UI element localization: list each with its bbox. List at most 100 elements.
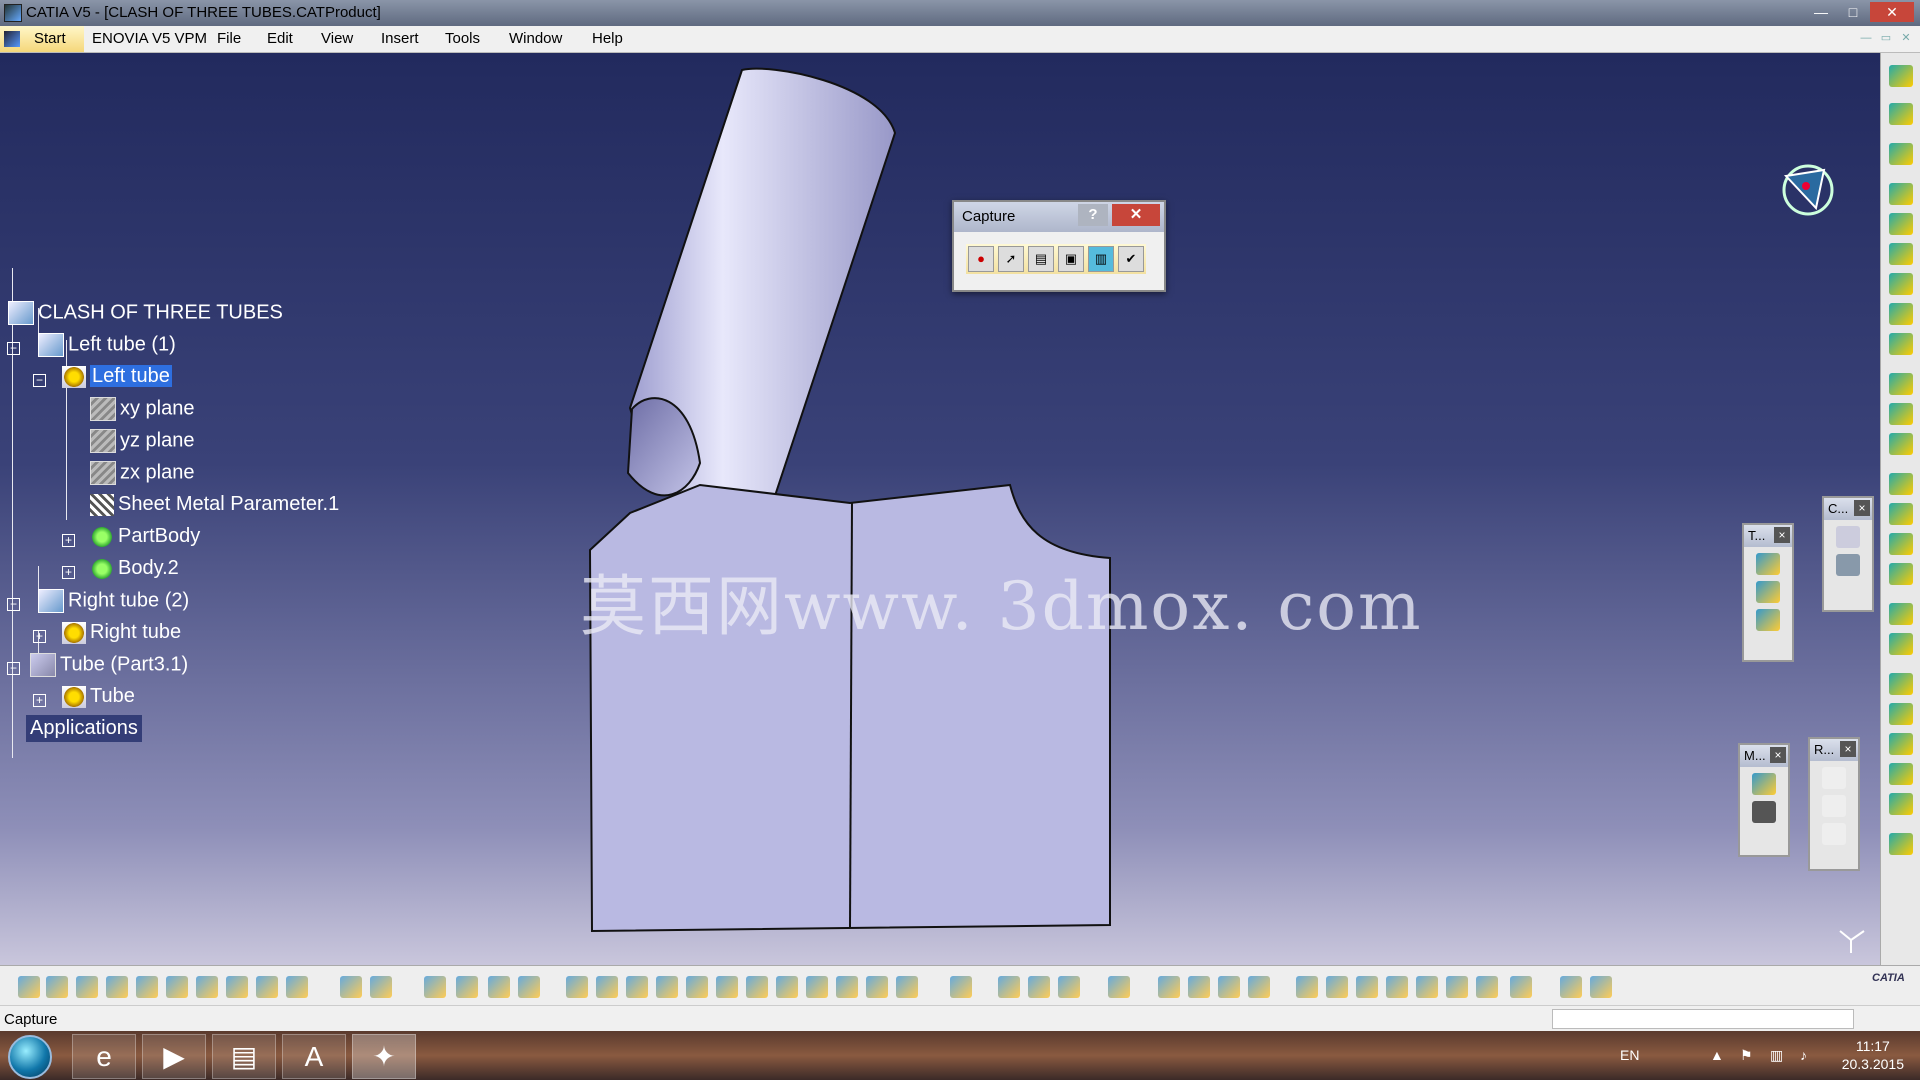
tree-item-yz-plane[interactable]: yz plane — [90, 429, 195, 453]
tool-icon[interactable] — [518, 976, 540, 998]
undo-icon[interactable] — [226, 976, 248, 998]
iso-view-icon[interactable] — [806, 976, 828, 998]
tool-icon[interactable] — [1889, 333, 1913, 355]
tool-icon[interactable] — [1028, 976, 1050, 998]
catia-app-icon[interactable] — [4, 4, 22, 22]
tool-icon[interactable] — [1889, 503, 1913, 525]
doc-minimize-button[interactable]: — — [1858, 30, 1874, 46]
tool-icon[interactable] — [1248, 976, 1270, 998]
tool-icon[interactable] — [1326, 976, 1348, 998]
tool-icon[interactable] — [1590, 976, 1612, 998]
options-icon[interactable]: ▤ — [1028, 246, 1054, 272]
tool-icon[interactable] — [1889, 763, 1913, 785]
capture-close-button[interactable]: ✕ — [1112, 204, 1160, 226]
tool-icon[interactable] — [488, 976, 510, 998]
tool-icon[interactable] — [1296, 976, 1318, 998]
tool-icon[interactable] — [1889, 833, 1913, 855]
system-clock[interactable]: 11:17 20.3.2015 — [1842, 1037, 1904, 1073]
media-player-icon[interactable]: ▶ — [142, 1034, 206, 1079]
tree-item-right-tube-part[interactable]: Right tube — [62, 621, 181, 644]
toolbar-tool-icon[interactable] — [1836, 554, 1860, 576]
tool-icon[interactable] — [456, 976, 478, 998]
tool-icon[interactable] — [1446, 976, 1468, 998]
windows-start-orb[interactable] — [8, 1035, 52, 1079]
tool-icon[interactable] — [1889, 673, 1913, 695]
tool-icon[interactable] — [1889, 793, 1913, 815]
flag-icon[interactable]: ⚑ — [1740, 1047, 1753, 1064]
expand-toggle[interactable]: + — [62, 534, 75, 547]
collapse-toggle[interactable]: − — [7, 662, 20, 675]
tool-icon[interactable] — [1058, 976, 1080, 998]
capture-icon[interactable]: ▣ — [1058, 246, 1084, 272]
tool-icon[interactable] — [1889, 733, 1913, 755]
tool-icon[interactable] — [1188, 976, 1210, 998]
swap-space-icon[interactable] — [896, 976, 918, 998]
collapse-toggle[interactable]: − — [7, 598, 20, 611]
menu-view[interactable]: View — [321, 30, 353, 47]
tool-icon[interactable] — [1889, 303, 1913, 325]
menu-file[interactable]: File — [217, 30, 241, 47]
tool-icon[interactable] — [1889, 403, 1913, 425]
toolbar-tool-icon[interactable] — [1756, 609, 1780, 631]
camera-icon[interactable] — [1108, 976, 1130, 998]
new-icon[interactable] — [18, 976, 40, 998]
menu-insert[interactable]: Insert — [381, 30, 419, 47]
doc-close-button[interactable]: ✕ — [1898, 30, 1914, 46]
tool-icon[interactable] — [1889, 603, 1913, 625]
fit-all-icon[interactable] — [596, 976, 618, 998]
table-icon[interactable] — [424, 976, 446, 998]
tool-icon[interactable] — [1218, 976, 1240, 998]
tool-icon[interactable] — [1889, 533, 1913, 555]
expand-toggle[interactable]: + — [33, 694, 46, 707]
minimize-button[interactable]: — — [1806, 2, 1836, 22]
menu-enovia[interactable]: ENOVIA V5 VPM — [92, 30, 207, 47]
tree-item-partbody[interactable]: PartBody — [90, 525, 200, 548]
volume-icon[interactable]: ♪ — [1800, 1047, 1807, 1063]
collapse-toggle[interactable]: − — [7, 342, 20, 355]
tree-item-left-tube-instance[interactable]: Left tube (1) — [38, 333, 176, 357]
tool-icon[interactable] — [1560, 976, 1582, 998]
tree-item-zx-plane[interactable]: zx plane — [90, 461, 195, 485]
power-input-field[interactable] — [1552, 1009, 1854, 1029]
point-icon[interactable] — [1822, 767, 1846, 789]
menu-window[interactable]: Window — [509, 30, 562, 47]
tool-icon[interactable] — [1889, 273, 1913, 295]
tree-item-sheet-metal-parameter[interactable]: Sheet Metal Parameter.1 — [90, 493, 339, 516]
tree-item-tube-part[interactable]: Tube — [62, 685, 135, 708]
tool-icon[interactable] — [1510, 976, 1532, 998]
3d-viewport[interactable]: 莫西网www. 3dmox. com CLASH OF THREE TUBES … — [0, 53, 1880, 965]
plane-icon[interactable] — [1822, 823, 1846, 845]
save-icon[interactable] — [76, 976, 98, 998]
floating-toolbar-close[interactable]: × — [1774, 527, 1790, 543]
menu-help[interactable]: Help — [592, 30, 623, 47]
redo-icon[interactable] — [256, 976, 278, 998]
tree-item-body2[interactable]: Body.2 — [90, 557, 179, 580]
show-hidden-icons[interactable]: ▲ — [1710, 1047, 1724, 1063]
normal-view-icon[interactable] — [746, 976, 768, 998]
sketch-icon[interactable] — [1889, 143, 1913, 165]
collapse-toggle[interactable]: − — [33, 374, 46, 387]
image-icon[interactable]: ▥ — [1088, 246, 1114, 272]
maximize-button[interactable]: □ — [1838, 2, 1868, 22]
tool-icon[interactable] — [1889, 473, 1913, 495]
tree-item-applications[interactable]: Applications — [26, 715, 142, 742]
axis-icon[interactable] — [1356, 976, 1378, 998]
compass-icon[interactable] — [1776, 158, 1840, 222]
whats-this-icon[interactable] — [286, 976, 308, 998]
copy-icon[interactable] — [166, 976, 188, 998]
select-icon[interactable]: ➚ — [998, 246, 1024, 272]
expand-toggle[interactable]: + — [62, 566, 75, 579]
cut-icon[interactable] — [136, 976, 158, 998]
floating-toolbar-close[interactable]: × — [1770, 747, 1786, 763]
file-explorer-icon[interactable]: ▤ — [212, 1034, 276, 1079]
toolbar-tool-icon[interactable] — [1756, 581, 1780, 603]
select-icon[interactable] — [1889, 103, 1913, 125]
tool-icon[interactable] — [1889, 563, 1913, 585]
menu-edit[interactable]: Edit — [267, 30, 293, 47]
measure-icon[interactable] — [998, 976, 1020, 998]
tool-icon[interactable] — [1889, 183, 1913, 205]
save-icon[interactable] — [1752, 801, 1776, 823]
tool-icon[interactable] — [1416, 976, 1438, 998]
floating-toolbar-close[interactable]: × — [1854, 500, 1870, 516]
close-button[interactable]: ✕ — [1870, 2, 1914, 22]
